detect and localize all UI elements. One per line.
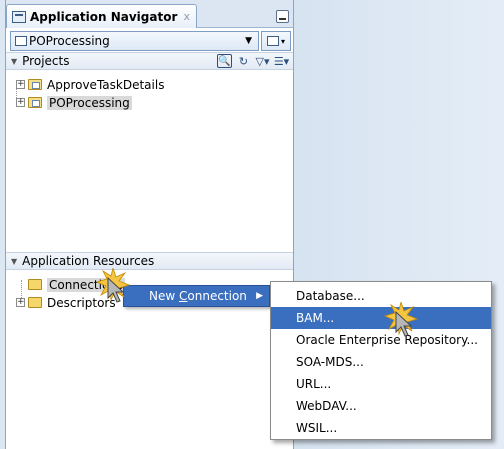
tree-row-label: ApproveTaskDetails: [47, 77, 165, 92]
minimize-icon[interactable]: [276, 10, 289, 23]
navigator-title-bar: Application Navigator x: [6, 0, 293, 28]
collapse-triangle-icon[interactable]: ▼: [11, 57, 17, 66]
application-icon: [12, 10, 26, 23]
menu-item-wsil[interactable]: WSIL...: [271, 417, 491, 439]
menu-item-url[interactable]: URL...: [271, 373, 491, 395]
context-menu-new-connection[interactable]: New Connection ▶: [123, 285, 270, 307]
menu-item-database[interactable]: Database...: [271, 285, 491, 307]
filter-icon[interactable]: ▽▾: [255, 54, 270, 68]
application-selector-value: POProcessing: [29, 34, 110, 48]
working-sets-icon[interactable]: ☰▾: [274, 54, 289, 68]
application-menu-button[interactable]: ▾: [261, 31, 291, 51]
menu-item-soa-mds[interactable]: SOA-MDS...: [271, 351, 491, 373]
submenu-arrow-icon: ▶: [256, 291, 263, 301]
expand-icon[interactable]: +: [16, 98, 25, 107]
menu-item-bam[interactable]: BAM...: [271, 307, 491, 329]
expand-icon[interactable]: +: [16, 298, 25, 307]
navigator-title: Application Navigator: [30, 9, 178, 24]
tree-row-label: POProcessing: [47, 95, 132, 110]
folder-icon: [28, 279, 42, 290]
projects-header-label: Projects: [22, 54, 70, 68]
mouse-cursor-icon: [384, 302, 418, 337]
folder-icon: [28, 297, 42, 308]
resources-header-label: Application Resources: [22, 254, 155, 268]
application-menu-icon: [266, 36, 279, 46]
expand-icon[interactable]: +: [16, 80, 25, 89]
application-selector[interactable]: POProcessing ▼: [10, 31, 259, 51]
application-icon: [15, 36, 27, 46]
application-navigator-panel: Application Navigator x POProcessing ▼ ▾…: [5, 0, 294, 449]
new-connection-submenu: Database... BAM... Oracle Enterprise Rep…: [270, 281, 492, 440]
new-connection-label: New Connection: [149, 289, 247, 303]
collapse-triangle-icon[interactable]: ▼: [11, 257, 17, 266]
navigator-tab[interactable]: Application Navigator x: [6, 4, 197, 28]
mouse-cursor-icon: [96, 268, 130, 303]
tree-row[interactable]: + ApproveTaskDetails: [16, 76, 164, 93]
project-icon: [28, 79, 42, 90]
menu-item-webdav[interactable]: WebDAV...: [271, 395, 491, 417]
menu-item-oracle-enterprise-repository[interactable]: Oracle Enterprise Repository...: [271, 329, 491, 351]
search-icon[interactable]: 🔍: [217, 54, 232, 68]
menu-text: New: [149, 289, 179, 303]
resources-section-header[interactable]: ▼ Application Resources: [6, 252, 293, 270]
dropdown-arrow-icon[interactable]: ▼: [245, 36, 252, 46]
projects-section-header[interactable]: ▼ Projects 🔍 ↻ ▽▾ ☰▾: [6, 52, 293, 70]
close-icon[interactable]: x: [183, 10, 190, 23]
application-selector-row: POProcessing ▼ ▾: [10, 31, 291, 51]
sync-icon[interactable]: ↻: [236, 54, 251, 68]
menu-text: onnection: [187, 289, 247, 303]
projects-toolbar: 🔍 ↻ ▽▾ ☰▾: [217, 54, 289, 68]
project-icon: [28, 97, 42, 108]
tree-row[interactable]: + POProcessing: [16, 94, 132, 111]
